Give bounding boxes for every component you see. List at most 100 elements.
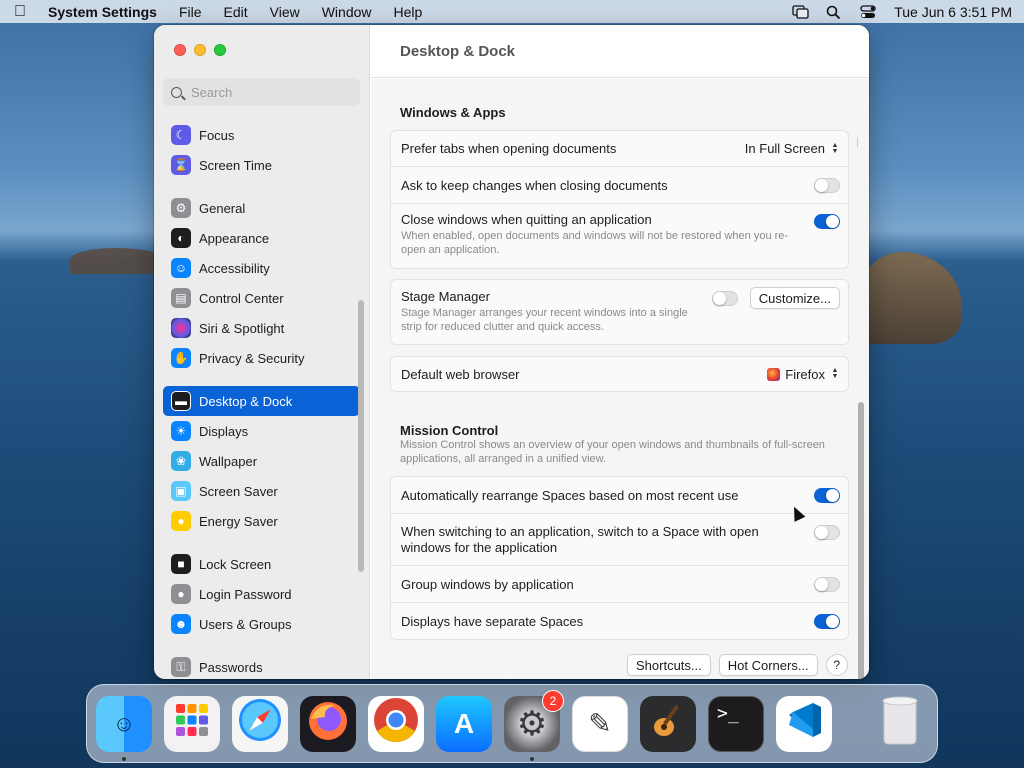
customize-button[interactable]: Customize... [749,287,840,309]
dock-firefox[interactable] [300,695,356,752]
mc-row-separate-spaces: Displays have separate Spaces [391,603,848,639]
finder-icon: ☺ [112,710,136,736]
mc-rearrange-toggle[interactable] [814,487,840,503]
mc-separate-spaces-toggle[interactable] [814,613,840,629]
spotlight-search-icon[interactable] [826,5,842,19]
close-window-button[interactable] [174,44,186,56]
sidebar-item-control-center[interactable]: ▤ Control Center [163,283,360,313]
prefer-tabs-popup[interactable]: In Full Screen ▲ ▼ [745,141,840,156]
dock-textedit[interactable]: ✎ [572,695,628,752]
sidebar-item-label: Desktop & Dock [199,393,293,409]
stage-manager-label: Stage Manager [401,289,490,304]
chrome-icon [372,696,420,751]
sidebar-item-users-groups[interactable]: ☻ Users & Groups [163,609,360,639]
dock-garageband[interactable] [640,695,696,752]
main-scrollbar[interactable] [858,402,864,679]
sidebar-item-wallpaper[interactable]: ❀ Wallpaper [163,446,360,476]
guitar-icon [646,698,690,749]
mission-control-heading: Mission Control [400,423,499,438]
sidebar-item-label: Users & Groups [199,616,292,632]
lock-icon: ● [171,584,191,604]
sidebar-item-screen-saver[interactable]: ▣ Screen Saver [163,476,360,506]
shortcuts-button[interactable]: Shortcuts... [627,654,711,676]
menu-edit[interactable]: Edit [224,4,248,20]
minimize-window-button[interactable] [194,44,206,56]
sidebar-item-accessibility[interactable]: ☺ Accessibility [163,253,360,283]
sidebar-item-appearance[interactable]: ◐ Appearance [163,223,360,253]
stage-manager-toggle[interactable] [712,291,738,306]
mc-rearrange-label: Automatically rearrange Spaces based on … [401,487,739,503]
sidebar-item-passwords[interactable]: ⚿ Passwords [163,652,360,679]
sidebar-item-general[interactable]: ⚙ General [163,193,360,223]
apple-menu-icon[interactable]:  [12,3,28,21]
menu-help[interactable]: Help [394,4,423,20]
screen-mirroring-icon[interactable] [792,4,809,19]
sidebar-item-login-password[interactable]: ● Login Password [163,579,360,609]
dock-terminal[interactable]: >_ [708,695,764,752]
firefox-icon [767,367,781,381]
sidebar-item-screen-time[interactable]: ⌛ Screen Time [163,150,360,180]
sidebar-item-focus[interactable]: ☾ Focus [163,120,360,150]
menu-file[interactable]: File [179,4,202,20]
users-icon: ☻ [171,614,191,634]
footer-buttons: Shortcuts... Hot Corners... ? [627,654,848,676]
flower-icon: ❀ [171,451,191,471]
key-icon: ⚿ [171,657,191,677]
sidebar-item-label: General [199,200,246,216]
sidebar-item-label: Appearance [199,230,270,246]
dock-icon: ▬ [171,391,191,411]
sidebar-item-privacy-security[interactable]: ✋ Privacy & Security [163,343,360,373]
sun-icon: ☀ [171,421,191,441]
gear-icon: ⚙ [171,198,191,218]
menu-app-name[interactable]: System Settings [48,4,157,20]
sidebar-item-displays[interactable]: ☀ Displays [163,416,360,446]
close-windows-toggle[interactable] [814,214,840,229]
sidebar-item-siri-spotlight[interactable]: Siri & Spotlight [163,313,360,343]
sidebar-item-lock-screen[interactable]: ■ Lock Screen [163,549,360,579]
mc-group-windows-toggle[interactable] [814,576,840,592]
sidebar-item-desktop-dock[interactable]: ▬ Desktop & Dock [163,386,360,416]
close-windows-row: Close windows when quitting an applicati… [391,204,848,268]
safari-compass-icon [237,697,283,750]
lock-screen-icon: ■ [171,554,191,574]
sidebar-item-label: Siri & Spotlight [199,320,285,336]
ask-keep-row: Ask to keep changes when closing documen… [391,167,848,204]
menu-window[interactable]: Window [322,4,372,20]
mc-row-rearrange: Automatically rearrange Spaces based on … [391,477,848,514]
dock-app-store[interactable]: A [436,695,492,752]
menu-view[interactable]: View [270,4,300,20]
search-input[interactable]: Search [163,78,360,106]
chevron-updown-icon: ▲ ▼ [831,141,839,155]
mc-switch-space-toggle[interactable] [814,525,840,540]
hot-corners-button[interactable]: Hot Corners... [718,654,818,676]
dock-chrome[interactable] [368,695,424,752]
dock-trash[interactable] [872,696,928,752]
sidebar-scrollbar[interactable] [358,300,364,572]
control-center-menu-icon[interactable] [860,4,876,19]
hand-icon: ✋ [171,348,191,368]
dock-safari[interactable] [232,695,288,752]
settings-content: Windows & Apps Prefer tabs when opening … [371,79,869,679]
trash-icon [878,694,922,753]
appearance-icon: ◐ [171,228,191,248]
dock-finder[interactable]: ☺ [96,695,152,761]
menu-bar:  System Settings File Edit View Window … [0,0,1024,23]
help-button[interactable]: ? [825,654,848,676]
traffic-lights [174,44,226,56]
sidebar-item-label: Energy Saver [199,513,278,529]
default-browser-popup[interactable]: Firefox ▲ ▼ [767,367,840,382]
dock-system-settings[interactable]: ⚙ 2 [504,689,564,761]
dock-launchpad[interactable] [164,695,220,752]
textedit-pen-icon: ✎ [588,708,612,739]
firefox-dock-icon [305,697,351,750]
zoom-window-button[interactable] [214,44,226,56]
ask-keep-toggle[interactable] [814,177,840,193]
browser-group: Default web browser Firefox ▲ ▼ [390,356,849,392]
prefer-tabs-value: In Full Screen [744,141,825,156]
sidebar-item-energy-saver[interactable]: ● Energy Saver [163,506,360,536]
search-icon [171,86,182,98]
dock-vscode[interactable] [776,695,832,752]
menu-clock[interactable]: Tue Jun 6 3:51 PM [894,4,1012,20]
screen-saver-icon: ▣ [171,481,191,501]
wallpaper-island-right [862,252,962,344]
